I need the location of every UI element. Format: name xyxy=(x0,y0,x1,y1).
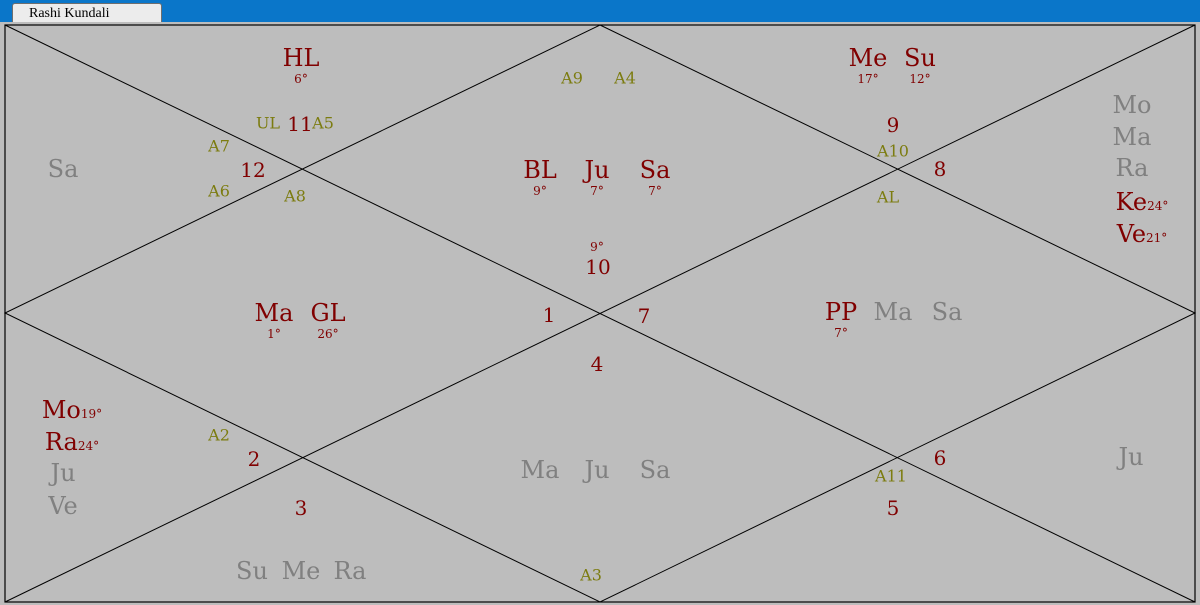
planet-ma_r2: Ma xyxy=(1112,123,1152,151)
planet-ju_lo: Ju xyxy=(50,459,76,487)
planet-ra: Ra24° xyxy=(45,428,99,456)
degree-su_top: 12° xyxy=(909,72,931,86)
tab-rashi-kundali[interactable]: Rashi Kundali xyxy=(12,3,162,22)
arudha-a10: A10 xyxy=(877,141,909,161)
arudha-al: AL xyxy=(876,187,900,207)
house-number-10: 10 xyxy=(585,255,611,279)
house-number-3: 3 xyxy=(294,496,308,520)
planet-ju_b: Ju xyxy=(584,456,610,484)
planet-ve-name: Ve xyxy=(1116,220,1147,248)
planet-ra_r: Ra xyxy=(1115,154,1149,182)
planet-sa_l: Sa xyxy=(47,155,79,183)
degree-ma_l: 1° xyxy=(267,327,281,341)
arudha-ul: UL xyxy=(255,113,281,133)
planet-sa_c: Sa xyxy=(639,156,671,184)
planet-pp: PP xyxy=(824,298,858,326)
degree-pp: 7° xyxy=(834,326,848,340)
arudha-a3: A3 xyxy=(580,565,602,585)
planet-ra-degree: 24° xyxy=(77,439,100,453)
planet-mo: Mo19° xyxy=(42,396,102,424)
planet-su_top: Su xyxy=(904,44,936,72)
planet-bl: BL xyxy=(523,156,557,184)
kundali-frame: 10 11 12 1 2 3 4 5 6 7 8 9 A9 A4 UL A5 A7 A6 A8 A10 AL A2 A11 A… xyxy=(0,22,1200,605)
planet-ma_b: Ma xyxy=(520,456,560,484)
arudha-a5: A5 xyxy=(312,113,334,133)
house-number-11: 11 xyxy=(287,112,313,136)
house-number-9: 9 xyxy=(886,113,900,137)
arudha-a9: A9 xyxy=(561,68,583,88)
arudha-a7: A7 xyxy=(208,136,230,156)
planet-ra_bot: Ra xyxy=(333,557,367,585)
planet-ve_lo: Ve xyxy=(48,492,78,520)
house-number-7: 7 xyxy=(637,304,651,328)
degree-hl: 6° xyxy=(294,72,308,86)
degree-ju_c: 7° xyxy=(590,184,604,198)
planet-su_bot: Su xyxy=(236,557,268,585)
arudha-a11: A11 xyxy=(875,466,907,486)
arudha-a6: A6 xyxy=(208,181,230,201)
planet-ra-name: Ra xyxy=(44,428,78,456)
house-number-2: 2 xyxy=(247,447,261,471)
planet-ke-name: Ke xyxy=(1115,188,1148,216)
degree-gl: 26° xyxy=(317,327,339,341)
house-number-8: 8 xyxy=(933,157,947,181)
planet-ma_r: Ma xyxy=(873,298,913,326)
planet-ve-degree: 21° xyxy=(1146,231,1168,245)
house-number-12: 12 xyxy=(240,158,266,182)
house-number-4: 4 xyxy=(590,352,604,376)
planet-mo_r: Mo xyxy=(1112,91,1152,119)
degree-bl: 9° xyxy=(533,184,547,198)
degree-sa_c: 7° xyxy=(648,184,662,198)
house-number-1: 1 xyxy=(542,303,556,327)
planet-ju_c: Ju xyxy=(584,156,610,184)
planet-ke: Ke24° xyxy=(1116,188,1169,216)
planet-me_bot: Me xyxy=(281,557,321,585)
tab-bar: Rashi Kundali xyxy=(0,0,1200,22)
house-number-6: 6 xyxy=(933,446,947,470)
planet-hl: HL xyxy=(282,44,320,72)
arudha-a4: A4 xyxy=(614,68,636,88)
planet-ve: Ve21° xyxy=(1117,220,1168,248)
planet-sa_b: Sa xyxy=(639,456,671,484)
kundali-chart xyxy=(3,24,1197,603)
arudha-a2: A2 xyxy=(208,425,230,445)
center-degree: 9° xyxy=(590,240,604,254)
degree-me_top: 17° xyxy=(857,72,879,86)
planet-mo-degree: 19° xyxy=(80,407,103,421)
arudha-a8: A8 xyxy=(284,186,306,206)
house-number-5: 5 xyxy=(886,496,900,520)
planet-mo-name: Mo xyxy=(41,396,81,424)
planet-sa_r: Sa xyxy=(931,298,963,326)
planet-ju_rr: Ju xyxy=(1118,443,1144,471)
planet-gl: GL xyxy=(310,299,346,327)
planet-ma_l: Ma xyxy=(254,299,294,327)
planet-me_top: Me xyxy=(848,44,888,72)
planet-ke-degree: 24° xyxy=(1147,199,1169,213)
